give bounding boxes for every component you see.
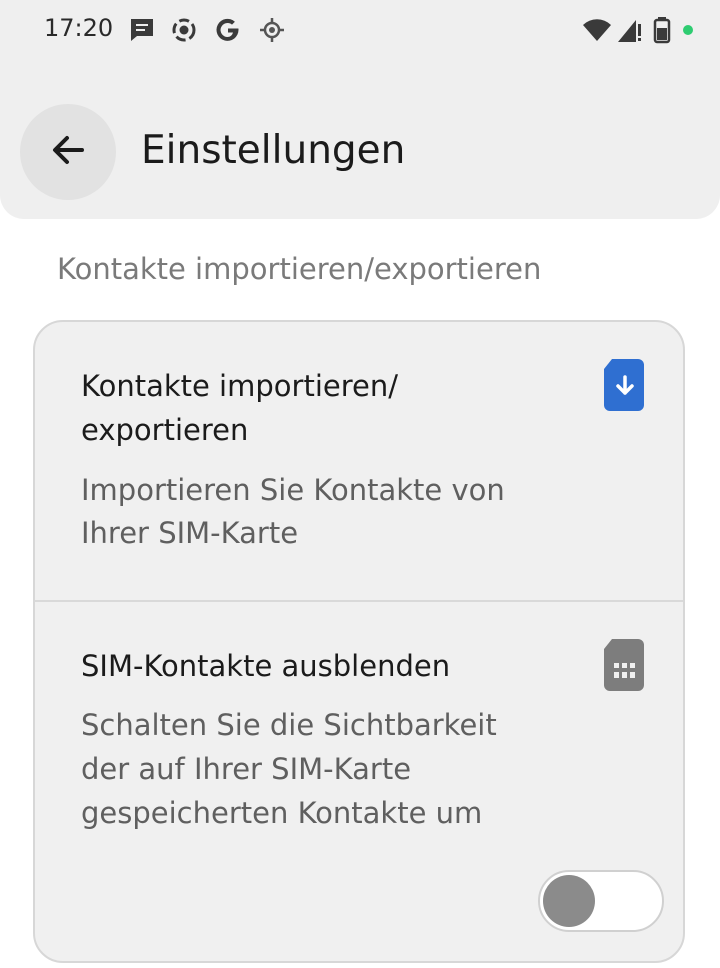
sim-import-icon	[602, 357, 648, 417]
import-export-item[interactable]: Kontakte importieren/ exportieren Import…	[35, 322, 683, 600]
hide-sim-contacts-item[interactable]: SIM-Kontakte ausblenden Schalten Sie die…	[35, 602, 683, 961]
page-title: Einstellungen	[141, 128, 406, 173]
screen-record-icon	[170, 16, 198, 44]
wifi-icon	[582, 16, 612, 44]
location-icon	[258, 16, 286, 44]
dot-indicator	[682, 24, 694, 36]
section-header: Kontakte importieren/exportieren	[57, 252, 542, 286]
item-subtitle: der auf Ihrer SIM-Karte	[81, 752, 412, 786]
back-button[interactable]	[20, 104, 116, 200]
sim-card-icon	[602, 637, 648, 697]
item-subtitle: Importieren Sie Kontakte von	[81, 473, 505, 507]
google-icon	[214, 16, 242, 44]
item-title: exportieren	[81, 413, 249, 447]
app-bar: 17:20 Einstellungen	[0, 0, 720, 219]
item-title: Kontakte importieren/	[81, 369, 398, 403]
item-title: SIM-Kontakte ausblenden	[81, 649, 451, 683]
battery-icon	[652, 16, 672, 44]
signal-icon	[616, 16, 644, 44]
arrow-left-icon	[48, 130, 88, 174]
item-subtitle: gespeicherten Kontakte um	[81, 796, 483, 830]
status-time: 17:20	[44, 14, 114, 42]
item-subtitle: Schalten Sie die Sichtbarkeit	[81, 708, 497, 742]
hide-sim-contacts-toggle[interactable]	[538, 870, 664, 932]
settings-card: Kontakte importieren/ exportieren Import…	[33, 320, 685, 963]
message-icon	[128, 16, 156, 44]
toggle-knob	[543, 875, 595, 927]
item-subtitle: Ihrer SIM-Karte	[81, 516, 299, 550]
